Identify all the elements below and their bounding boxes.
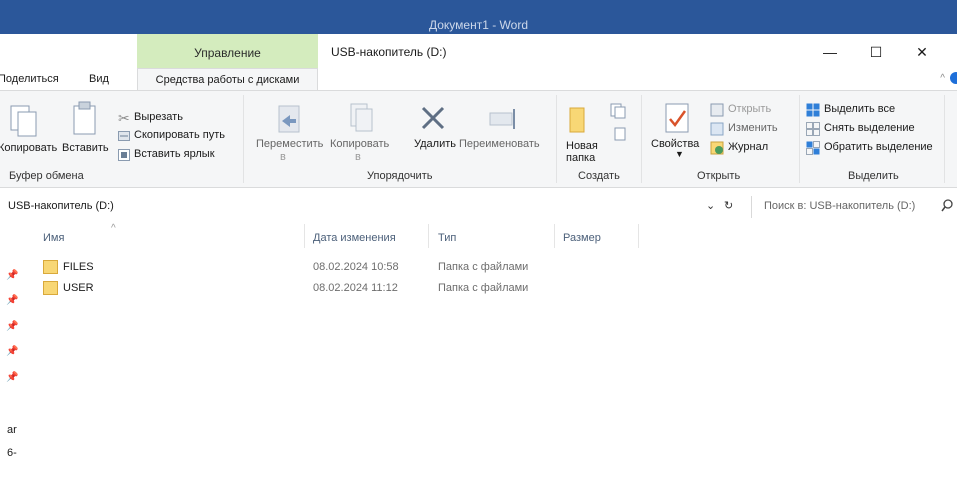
paste-shortcut-icon bbox=[118, 149, 130, 161]
tab-share[interactable]: Поделиться bbox=[0, 73, 59, 85]
column-type[interactable]: Тип bbox=[438, 232, 456, 244]
column-date[interactable]: Дата изменения bbox=[313, 232, 396, 244]
column-divider[interactable] bbox=[638, 224, 639, 248]
new-item-icon bbox=[610, 103, 626, 119]
file-explorer-window: Управление USB-накопитель (D:) — ☐ ✕ Под… bbox=[0, 34, 957, 501]
copy-button[interactable]: Копировать bbox=[0, 142, 57, 154]
open-icon bbox=[710, 103, 724, 117]
group-separator bbox=[556, 95, 557, 183]
file-type: Папка с файлами bbox=[438, 261, 529, 273]
folder-icon bbox=[43, 281, 58, 295]
column-divider[interactable] bbox=[554, 224, 555, 248]
pin-icon[interactable]: 📌 bbox=[6, 372, 18, 383]
address-dropdown-icon[interactable]: ⌄ bbox=[706, 199, 715, 212]
window-title: USB-накопитель (D:) bbox=[331, 45, 447, 59]
delete-x-icon bbox=[421, 106, 445, 130]
manage-contextual-tab[interactable]: Управление bbox=[137, 34, 318, 68]
move-to-button-line2: в bbox=[280, 151, 286, 163]
select-all-icon bbox=[806, 103, 820, 117]
group-clipboard-label: Буфер обмена bbox=[9, 170, 84, 182]
manage-tab-label: Управление bbox=[194, 46, 261, 60]
nav-item-fragment[interactable]: 6- bbox=[7, 447, 17, 459]
edit-icon bbox=[710, 122, 724, 136]
file-name[interactable]: FILES bbox=[63, 261, 94, 273]
copy-icon bbox=[10, 105, 37, 137]
rename-icon bbox=[489, 109, 515, 129]
address-path[interactable]: USB-накопитель (D:) bbox=[8, 200, 114, 212]
pin-icon[interactable]: 📌 bbox=[6, 346, 18, 357]
properties-dropdown-icon[interactable]: ▼ bbox=[675, 149, 684, 159]
select-none-button[interactable]: Снять выделение bbox=[824, 122, 915, 134]
maximize-button[interactable]: ☐ bbox=[853, 40, 899, 64]
group-separator bbox=[944, 95, 945, 183]
column-size[interactable]: Размер bbox=[563, 232, 601, 244]
copy-to-icon bbox=[350, 103, 373, 132]
tab-view[interactable]: Вид bbox=[89, 73, 109, 85]
tab-disk-tools[interactable]: Средства работы с дисками bbox=[137, 68, 318, 91]
sort-ascending-icon: ^ bbox=[111, 223, 116, 234]
refresh-icon[interactable]: ↻ bbox=[724, 199, 733, 212]
edit-button[interactable]: Изменить bbox=[728, 122, 778, 134]
help-icon[interactable] bbox=[950, 72, 957, 84]
select-all-button[interactable]: Выделить все bbox=[824, 103, 895, 115]
rename-button[interactable]: Переименовать bbox=[459, 138, 540, 150]
group-separator bbox=[799, 95, 800, 183]
nav-item-fragment[interactable]: ar bbox=[7, 424, 17, 436]
folder-icon bbox=[43, 260, 58, 274]
group-select-label: Выделить bbox=[848, 170, 899, 182]
column-divider[interactable] bbox=[428, 224, 429, 248]
file-date: 08.02.2024 11:12 bbox=[313, 282, 398, 294]
group-organize-label: Упорядочить bbox=[367, 170, 433, 182]
move-to-icon bbox=[278, 105, 300, 133]
scissors-icon: ✂ bbox=[118, 110, 130, 126]
copy-to-button-line2: в bbox=[355, 151, 361, 163]
word-title: Документ1 - Word bbox=[428, 18, 529, 32]
invert-selection-button[interactable]: Обратить выделение bbox=[824, 141, 933, 153]
address-bar[interactable]: USB-накопитель (D:) ⌄ ↻ Поиск в: USB-нак… bbox=[0, 196, 957, 218]
paste-icon bbox=[73, 101, 96, 135]
ribbon-tabs: Поделиться Вид Средства работы с дисками… bbox=[0, 68, 957, 91]
file-name[interactable]: USER bbox=[63, 282, 94, 294]
file-type: Папка с файлами bbox=[438, 282, 529, 294]
invert-selection-icon bbox=[806, 141, 820, 155]
minimize-button[interactable]: — bbox=[807, 40, 853, 64]
properties-icon bbox=[665, 103, 689, 133]
select-none-icon bbox=[806, 122, 820, 136]
file-date: 08.02.2024 10:58 bbox=[313, 261, 399, 273]
cut-button[interactable]: Вырезать bbox=[134, 111, 183, 123]
pin-icon[interactable]: 📌 bbox=[6, 321, 18, 332]
open-button[interactable]: Открыть bbox=[728, 103, 771, 115]
file-list-header: ^ Имя Дата изменения Тип Размер bbox=[0, 223, 957, 248]
move-to-button[interactable]: Переместить bbox=[256, 138, 323, 150]
close-button[interactable]: ✕ bbox=[899, 40, 945, 64]
new-folder-button-line2: папка bbox=[566, 152, 596, 164]
ribbon: Копировать Вставить ✂ Вырезать Скопирова… bbox=[0, 90, 957, 188]
paste-button[interactable]: Вставить bbox=[62, 142, 109, 154]
word-titlebar: Документ1 - Word bbox=[0, 0, 957, 34]
new-folder-icon bbox=[569, 107, 585, 133]
column-divider[interactable] bbox=[304, 224, 305, 248]
search-icon[interactable] bbox=[941, 199, 953, 213]
easy-access-icon bbox=[614, 127, 626, 141]
file-row[interactable]: USER 08.02.2024 11:12 Папка с файлами bbox=[0, 279, 957, 299]
copy-path-icon bbox=[118, 131, 130, 141]
file-row[interactable]: FILES 08.02.2024 10:58 Папка с файлами bbox=[0, 258, 957, 278]
copy-path-button[interactable]: Скопировать путь bbox=[134, 129, 225, 141]
copy-to-button[interactable]: Копировать bbox=[330, 138, 389, 150]
pin-icon[interactable]: 📌 bbox=[6, 295, 18, 306]
search-input[interactable]: Поиск в: USB-накопитель (D:) bbox=[764, 200, 915, 212]
history-button[interactable]: Журнал bbox=[728, 141, 768, 153]
delete-button[interactable]: Удалить bbox=[414, 138, 456, 150]
group-separator bbox=[243, 95, 244, 183]
pin-icon[interactable]: 📌 bbox=[6, 270, 18, 281]
column-name[interactable]: Имя bbox=[43, 232, 64, 244]
paste-shortcut-button[interactable]: Вставить ярлык bbox=[134, 148, 215, 160]
group-open-label: Открыть bbox=[697, 170, 741, 182]
group-new-label: Создать bbox=[578, 170, 620, 182]
new-folder-button[interactable]: Новая bbox=[566, 140, 598, 152]
group-separator bbox=[641, 95, 642, 183]
search-box[interactable]: Поиск в: USB-накопитель (D:) bbox=[751, 196, 957, 218]
history-icon bbox=[710, 141, 724, 155]
collapse-ribbon-button[interactable]: ^ bbox=[940, 73, 945, 84]
